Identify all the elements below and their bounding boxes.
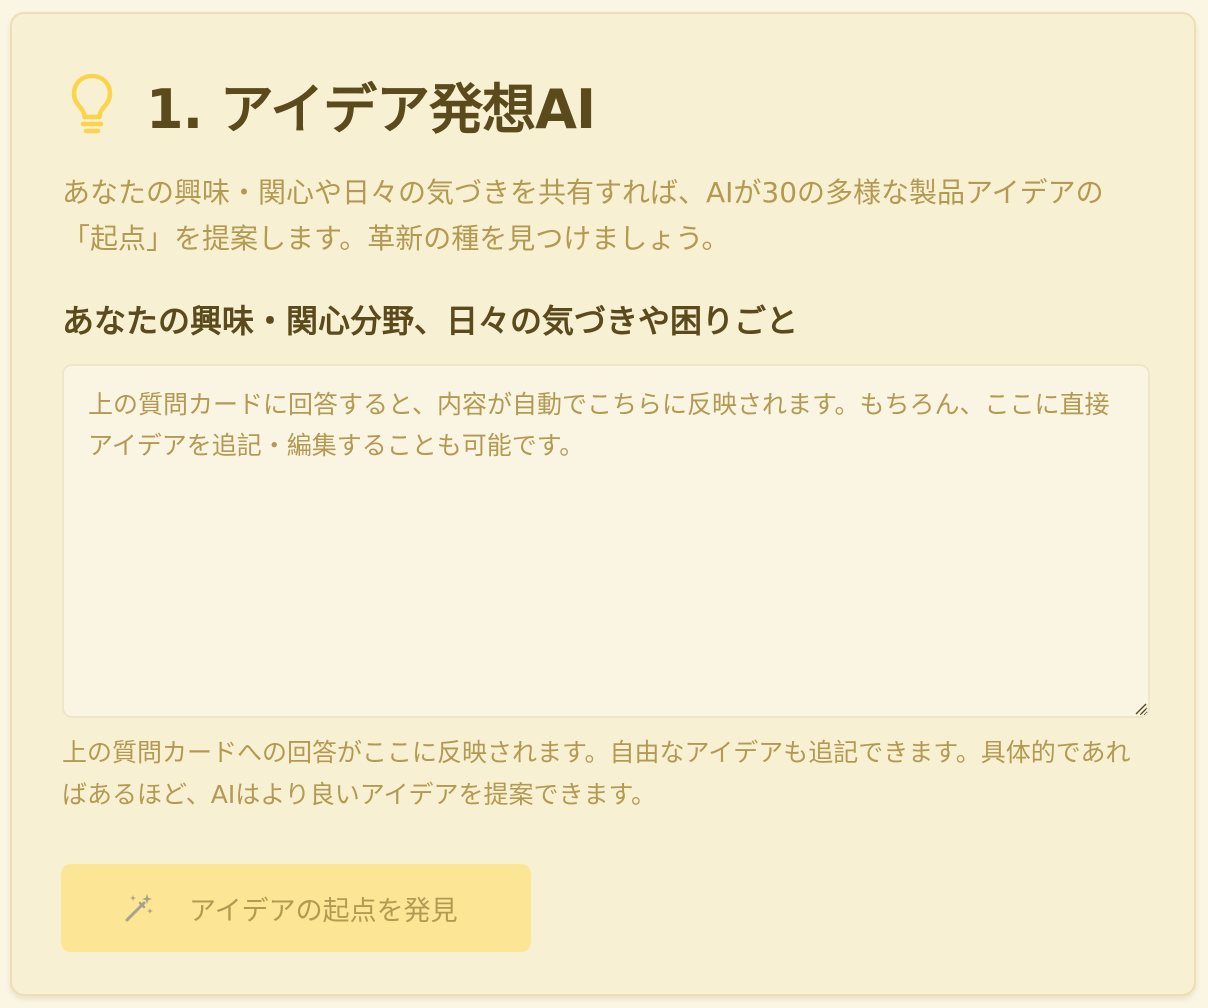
discover-idea-button[interactable]: アイデアの起点を発見 bbox=[61, 864, 531, 952]
idea-generation-card: 1. アイデア発想AI あなたの興味・関心や日々の気づきを共有すれば、AIが30… bbox=[10, 12, 1196, 996]
magic-wand-icon bbox=[123, 892, 155, 924]
helper-text: 上の質問カードへの回答がここに反映されます。自由なアイデアも追記できます。具体的… bbox=[62, 738, 1131, 809]
interests-field-label: あなたの興味・関心分野、日々の気づきや困りごと bbox=[62, 302, 799, 340]
interests-textarea[interactable] bbox=[62, 364, 1150, 718]
card-header: 1. アイデア発想AI bbox=[68, 64, 596, 144]
section-description: あなたの興味・関心や日々の気づきを共有すれば、AIが30の多様な製品アイデアの「… bbox=[62, 176, 1104, 255]
lightbulb-icon bbox=[68, 72, 116, 136]
section-title: 1. アイデア発想AI bbox=[146, 77, 596, 141]
discover-button-label: アイデアの起点を発見 bbox=[189, 895, 458, 927]
interests-input-wrapper bbox=[62, 364, 1150, 718]
